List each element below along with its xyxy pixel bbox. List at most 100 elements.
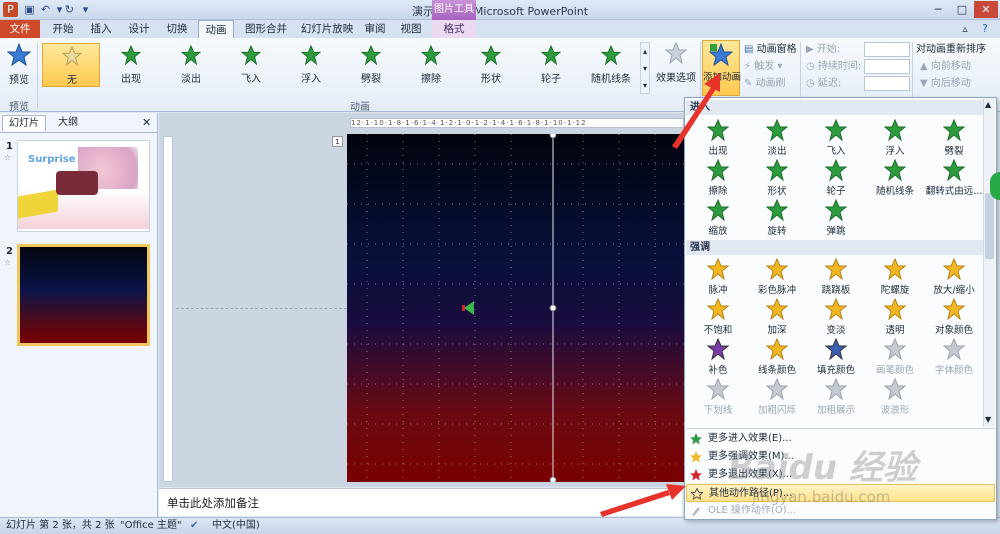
motion-path-start-icon[interactable] (462, 300, 476, 316)
tab-outline[interactable]: 大纲 (52, 115, 84, 131)
slide-thumbnail-1[interactable]: Surprise (17, 140, 150, 232)
duration-spinner[interactable] (864, 59, 910, 74)
tab-insert[interactable]: 插入 (84, 20, 118, 38)
gallery-effect-4[interactable]: 浮入 (282, 43, 340, 87)
tab-slideshow[interactable]: 幻灯片放映 (296, 20, 358, 38)
emphasis-effect-16[interactable]: 加粗闪烁 (748, 377, 806, 417)
minimize-ribbon-icon[interactable]: ▵ (958, 20, 972, 38)
effect-star-icon (62, 46, 82, 66)
language-status[interactable]: 中文(中国) (212, 518, 260, 534)
gallery-effect-6[interactable]: 擦除 (402, 43, 460, 87)
emphasis-effect-9[interactable]: 对象颜色 (925, 297, 983, 337)
scroll-down-icon[interactable]: ▼ (985, 415, 991, 424)
entrance-effect-3[interactable]: 浮入 (866, 118, 924, 158)
notes-pane[interactable]: 单击此处添加备注 (159, 488, 682, 516)
tab-animations[interactable]: 动画 (198, 20, 234, 38)
close-button[interactable]: ✕ (974, 1, 998, 18)
entrance-effect-11[interactable]: 旋转 (748, 198, 806, 238)
emphasis-effect-11[interactable]: 线条颜色 (748, 337, 806, 377)
gallery-effect-1[interactable]: 出现 (102, 43, 160, 87)
effect-options-label: 效果选项 (656, 73, 696, 84)
close-panel-icon[interactable]: ✕ (142, 116, 151, 129)
entrance-effect-8[interactable]: 随机线条 (866, 158, 924, 198)
side-widget[interactable] (990, 172, 1000, 200)
tab-format[interactable]: 格式 (432, 20, 476, 38)
preview-group-label: 预览 (9, 102, 29, 113)
emphasis-effect-2[interactable]: 跷跷板 (807, 257, 865, 297)
slide-guides (347, 134, 684, 482)
slide-thumbnail-2[interactable] (17, 244, 150, 346)
separator (686, 428, 995, 429)
move-later-button[interactable]: ▼ 向后移动 (920, 76, 971, 92)
entrance-effect-2[interactable]: 飞入 (807, 118, 865, 158)
entrance-effect-7[interactable]: 轮子 (807, 158, 865, 198)
horizontal-ruler: 12·1·10·1·8·1·6·1·4·1·2·1·0·1·2·1·4·1·6·… (350, 118, 684, 128)
entrance-effect-10[interactable]: 缩放 (689, 198, 747, 238)
tab-design[interactable]: 设计 (122, 20, 156, 38)
animation-painter-button[interactable]: ✎ 动画刷 (744, 76, 786, 92)
emphasis-effect-14[interactable]: 字体颜色 (925, 337, 983, 377)
emphasis-effect-8[interactable]: 透明 (866, 297, 924, 337)
gallery-effect-5[interactable]: 劈裂 (342, 43, 400, 87)
delay-spinner[interactable] (864, 76, 910, 91)
gallery-effect-3[interactable]: 飞入 (222, 43, 280, 87)
emphasis-effect-10[interactable]: 补色 (689, 337, 747, 377)
scroll-up-icon[interactable]: ▲ (985, 100, 991, 109)
gallery-effect-9[interactable]: 随机线条 (582, 43, 640, 87)
scrollbar-thumb[interactable] (985, 193, 994, 259)
current-slide[interactable] (347, 134, 684, 482)
preview-button[interactable]: 预览 (3, 41, 35, 93)
add-animation-button[interactable]: 添加动画 (702, 40, 741, 96)
start-select[interactable] (864, 42, 910, 57)
effect-star-icon (301, 45, 321, 65)
entrance-effect-1[interactable]: 淡出 (748, 118, 806, 158)
entrance-effect-6[interactable]: 形状 (748, 158, 806, 198)
gallery-effect-label: 淡出 (181, 74, 201, 85)
emphasis-star-icon (884, 258, 906, 280)
entrance-effect-5[interactable]: 擦除 (689, 158, 747, 198)
gallery-scroll[interactable]: ▴ ▾ ▾ (640, 42, 650, 94)
entrance-effect-9[interactable]: 翻转式由远... (925, 158, 983, 198)
gallery-effect-2[interactable]: 淡出 (162, 43, 220, 87)
emphasis-effect-5[interactable]: 不饱和 (689, 297, 747, 337)
tab-view[interactable]: 视图 (394, 20, 428, 38)
effect-options-button[interactable]: 效果选项 (654, 41, 698, 95)
trigger-button[interactable]: ⚡ 触发 ▾ (744, 59, 782, 75)
tab-review[interactable]: 审阅 (360, 20, 390, 38)
entrance-effect-0[interactable]: 出现 (689, 118, 747, 158)
gallery-effect-0[interactable]: 无 (42, 43, 100, 87)
gallery-effect-8[interactable]: 轮子 (522, 43, 580, 87)
tab-home[interactable]: 开始 (46, 20, 80, 38)
tab-transitions[interactable]: 切换 (160, 20, 194, 38)
tab-merge-shapes[interactable]: 图形合并 (238, 20, 294, 38)
emphasis-effect-4[interactable]: 放大/缩小 (925, 257, 983, 297)
emphasis-effect-18[interactable]: 波浪形 (866, 377, 924, 417)
emphasis-effect-15[interactable]: 下划线 (689, 377, 747, 417)
emphasis-effect-12[interactable]: 填充颜色 (807, 337, 865, 377)
emphasis-effect-17[interactable]: 加粗展示 (807, 377, 865, 417)
gallery-effect-7[interactable]: 形状 (462, 43, 520, 87)
emphasis-effect-3[interactable]: 陀螺旋 (866, 257, 924, 297)
minimize-button[interactable]: ─ (926, 1, 950, 18)
help-icon[interactable]: ? (976, 20, 994, 38)
emphasis-effect-7[interactable]: 变淡 (807, 297, 865, 337)
spellcheck-icon[interactable]: ✔ (190, 518, 198, 534)
maximize-button[interactable]: □ (950, 1, 974, 18)
entrance-effect-12[interactable]: 弹跳 (807, 198, 865, 238)
emphasis-effect-13[interactable]: 画笔颜色 (866, 337, 924, 377)
animation-pane-button[interactable]: ▤ 动画窗格 (744, 42, 797, 58)
tab-file[interactable]: 文件 (0, 20, 40, 38)
animation-group-label: 动画 (350, 102, 370, 113)
emphasis-effect-0[interactable]: 脉冲 (689, 257, 747, 297)
move-earlier-button[interactable]: ▲ 向前移动 (920, 59, 971, 75)
emphasis-effect-6[interactable]: 加深 (748, 297, 806, 337)
red-star-icon (690, 469, 702, 481)
trigger-label: 触发 (754, 61, 775, 72)
entrance-effect-4[interactable]: 劈裂 (925, 118, 983, 158)
entrance-star-icon (825, 119, 847, 141)
title-bar: P ▣ ↶ ▾ ↻ ▾ 演示文稿1 - Microsoft PowerPoint… (0, 0, 1000, 20)
slide-number-1: 1 (6, 141, 13, 152)
emphasis-effect-1[interactable]: 彩色脉冲 (748, 257, 806, 297)
gallery-effect-label: 轮子 (541, 74, 561, 85)
tab-slides[interactable]: 幻灯片 (2, 115, 46, 131)
